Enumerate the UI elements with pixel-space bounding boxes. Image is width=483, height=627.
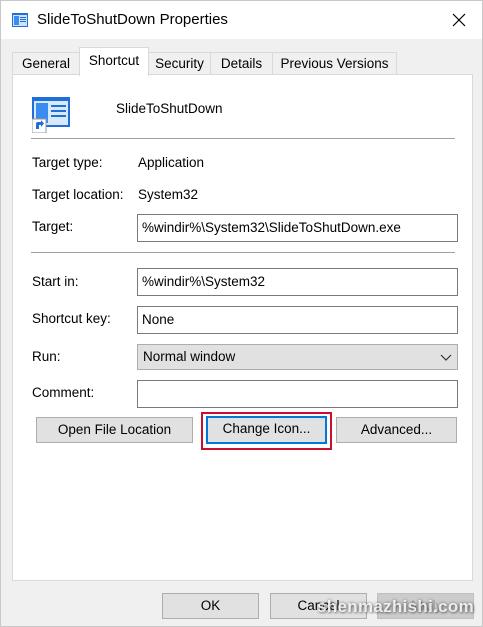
target-type-value: Application bbox=[138, 155, 205, 170]
window-title: SlideToShutDown Properties bbox=[37, 11, 228, 28]
target-location-label: Target location: bbox=[32, 187, 124, 202]
shortcut-app-icon bbox=[12, 13, 28, 27]
properties-window: SlideToShutDown Properties General Short… bbox=[0, 0, 483, 627]
shortcut-key-input[interactable]: None bbox=[137, 306, 458, 334]
watermark: shenmazhishi.com bbox=[317, 597, 474, 616]
title-bar[interactable]: SlideToShutDown Properties bbox=[1, 1, 482, 39]
tab-general[interactable]: General bbox=[12, 52, 80, 75]
target-input[interactable]: %windir%\System32\SlideToShutDown.exe bbox=[137, 214, 458, 242]
target-label: Target: bbox=[32, 219, 74, 234]
target-type-label: Target type: bbox=[32, 155, 103, 170]
tab-previous-versions[interactable]: Previous Versions bbox=[272, 52, 397, 75]
shortcut-key-label: Shortcut key: bbox=[32, 311, 111, 326]
comment-label: Comment: bbox=[32, 385, 95, 400]
tab-shortcut[interactable]: Shortcut bbox=[79, 47, 149, 76]
divider bbox=[31, 138, 455, 139]
comment-input[interactable] bbox=[137, 380, 458, 408]
start-in-label: Start in: bbox=[32, 274, 79, 289]
run-label: Run: bbox=[32, 349, 61, 364]
ok-button[interactable]: OK bbox=[162, 593, 259, 619]
start-in-input[interactable]: %windir%\System32 bbox=[137, 268, 458, 296]
close-icon bbox=[452, 13, 466, 27]
close-button[interactable] bbox=[436, 1, 482, 39]
target-location-value: System32 bbox=[138, 187, 199, 202]
tab-details[interactable]: Details bbox=[210, 52, 273, 75]
open-file-location-button[interactable]: Open File Location bbox=[36, 417, 193, 443]
shortcut-large-icon bbox=[31, 97, 70, 134]
change-icon-button[interactable]: Change Icon... bbox=[206, 416, 327, 444]
tab-security[interactable]: Security bbox=[148, 52, 211, 75]
tab-bar: General Shortcut Security Details Previo… bbox=[12, 47, 472, 76]
shortcut-name: SlideToShutDown bbox=[116, 101, 223, 116]
advanced-button[interactable]: Advanced... bbox=[336, 417, 457, 443]
chevron-down-icon bbox=[440, 354, 452, 361]
shortcut-panel: SlideToShutDown Target type: Application… bbox=[12, 74, 473, 581]
divider bbox=[31, 252, 455, 253]
run-select-value: Normal window bbox=[143, 349, 236, 364]
run-select[interactable]: Normal window bbox=[137, 344, 458, 370]
